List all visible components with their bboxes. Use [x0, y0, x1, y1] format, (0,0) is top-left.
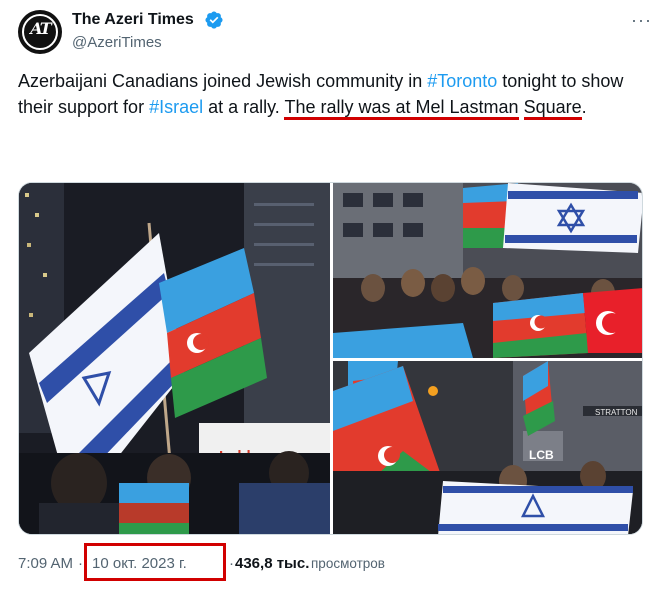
hashtag-toronto[interactable]: #Toronto [427, 71, 497, 91]
media-grid: Loblaws [18, 182, 643, 535]
verified-badge-icon [205, 11, 223, 29]
tweet-text-part: at a rally. [203, 97, 285, 117]
author-name[interactable]: The Azeri Times [72, 11, 194, 29]
tweet-text: Azerbaijani Canadians joined Jewish comm… [18, 68, 648, 120]
tweet-time[interactable]: 7:09 AM [18, 555, 73, 572]
store-sign-text: LCB [529, 448, 554, 462]
tweet-header: AT The Azeri Times @AzeriTimes ··· [18, 8, 658, 56]
rally-photo-3[interactable]: STRATTON LCB [333, 361, 642, 534]
avatar[interactable]: AT [18, 10, 62, 54]
highlighted-text: Square [523, 97, 582, 120]
views-label: просмотров [311, 556, 385, 571]
separator: · [229, 555, 234, 572]
more-options-icon[interactable]: ··· [631, 10, 652, 31]
building-sign-text: STRATTON [595, 408, 638, 417]
tweet-text-part [519, 97, 524, 117]
highlighted-text: The rally was at Mel Lastman [284, 97, 519, 120]
tweet-text-part: . [581, 97, 587, 117]
author-handle[interactable]: @AzeriTimes [72, 34, 162, 51]
separator: · [78, 555, 83, 572]
rally-photo-1[interactable]: Loblaws [19, 183, 330, 534]
views-count[interactable]: 436,8 тыс. [235, 555, 309, 572]
avatar-logo-text: AT [30, 19, 51, 38]
tweet-text-part: Azerbaijani Canadians joined Jewish comm… [18, 71, 428, 91]
rally-photo-2[interactable] [333, 183, 642, 358]
hashtag-israel[interactable]: #Israel [149, 97, 203, 117]
tweet-date[interactable]: 10 окт. 2023 г. [92, 555, 187, 572]
tweet-footer: 7:09 AM · 10 окт. 2023 г. · 436,8 тыс. п… [18, 543, 658, 581]
